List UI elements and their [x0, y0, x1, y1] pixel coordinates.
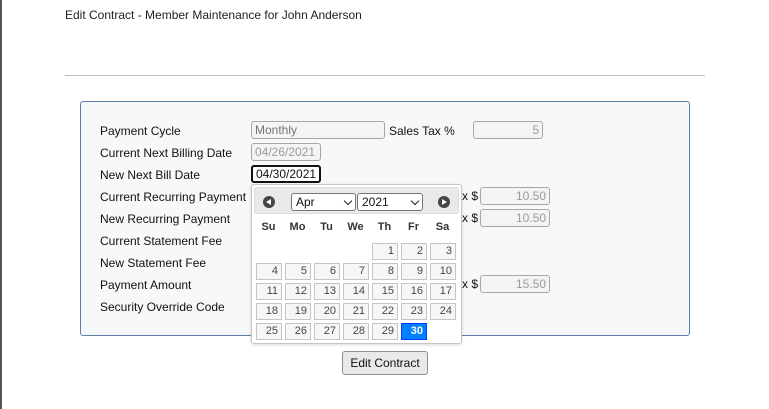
- current-statement-fee-label: Current Statement Fee: [100, 234, 223, 248]
- payment-cycle-field[interactable]: [251, 121, 385, 139]
- calendar-day[interactable]: 15: [372, 283, 398, 300]
- calendar-day[interactable]: 19: [285, 303, 311, 320]
- calendar-day[interactable]: 3: [430, 243, 456, 260]
- new-next-bill-date-input[interactable]: 04/30/2021: [251, 165, 321, 183]
- next-month-icon[interactable]: [438, 196, 450, 208]
- calendar-day[interactable]: 11: [256, 283, 282, 300]
- payment-cycle-label: Payment Cycle: [100, 124, 181, 138]
- calendar-day[interactable]: 5: [285, 263, 311, 280]
- calendar-blank-cell: [343, 243, 369, 260]
- weekday-label: We: [347, 221, 364, 233]
- calendar-day[interactable]: 8: [372, 263, 398, 280]
- weekday-label: Th: [377, 221, 392, 233]
- current-recurring-payment-label: Current Recurring Payment: [100, 190, 247, 204]
- calendar-day[interactable]: 17: [430, 283, 456, 300]
- calendar-blank-cell: [256, 243, 282, 260]
- calendar-day[interactable]: 28: [343, 323, 369, 340]
- prev-month-icon[interactable]: [263, 196, 275, 208]
- current-next-billing-date-label: Current Next Billing Date: [100, 146, 233, 160]
- month-select[interactable]: Apr: [291, 193, 356, 211]
- calendar-day[interactable]: 26: [285, 323, 311, 340]
- weekday-label: Fr: [408, 221, 419, 233]
- calendar-day[interactable]: 23: [401, 303, 427, 320]
- new-recurring-payment-prefix: x $: [462, 211, 479, 225]
- sales-tax-field[interactable]: 5: [473, 121, 543, 139]
- current-recurring-payment-prefix: x $: [462, 189, 479, 203]
- calendar-day[interactable]: 18: [256, 303, 282, 320]
- payment-amount-label: Payment Amount: [100, 278, 192, 292]
- calendar-day[interactable]: 13: [314, 283, 340, 300]
- weekday-label: Tu: [320, 221, 333, 233]
- calendar-day[interactable]: 20: [314, 303, 340, 320]
- datepicker-header: Apr 2021: [254, 187, 459, 214]
- new-next-bill-date-label: New Next Bill Date: [100, 168, 201, 182]
- page-title: Edit Contract - Member Maintenance for J…: [65, 8, 362, 22]
- year-select[interactable]: 2021: [357, 193, 423, 211]
- calendar-day[interactable]: 7: [343, 263, 369, 280]
- calendar-day[interactable]: 21: [343, 303, 369, 320]
- calendar-day[interactable]: 29: [372, 323, 398, 340]
- weekday-header: Su Mo Tu We Th Fr Sa: [254, 221, 459, 235]
- calendar-day[interactable]: 1: [372, 243, 398, 260]
- calendar-day[interactable]: 24: [430, 303, 456, 320]
- month-select-value: Apr: [296, 195, 315, 209]
- chevron-down-icon: [410, 196, 420, 206]
- calendar-blank-cell: [314, 243, 340, 260]
- calendar-day[interactable]: 22: [372, 303, 398, 320]
- calendar-day[interactable]: 2: [401, 243, 427, 260]
- calendar-day[interactable]: 12: [285, 283, 311, 300]
- weekday-label: Sa: [435, 221, 450, 233]
- calendar-grid: 1 2 3 4 5 6 7 8 9 10 11 12 13 14 15 16 17 18 19 20 21 22 23 24 2…: [254, 243, 459, 340]
- sales-tax-label: Sales Tax %: [389, 124, 455, 138]
- calendar-day-selected[interactable]: 30: [401, 323, 427, 340]
- calendar-day[interactable]: 14: [343, 283, 369, 300]
- calendar-day[interactable]: 10: [430, 263, 456, 280]
- payment-amount-field[interactable]: 15.50: [480, 275, 550, 293]
- weekday-label: Su: [261, 221, 276, 233]
- new-recurring-payment-field[interactable]: 10.50: [480, 209, 550, 227]
- calendar-day[interactable]: 9: [401, 263, 427, 280]
- security-override-code-label: Security Override Code: [100, 300, 225, 314]
- calendar-day[interactable]: 6: [314, 263, 340, 280]
- payment-amount-prefix: x $: [462, 277, 479, 291]
- weekday-label: Mo: [289, 221, 306, 233]
- window-left-edge: [0, 0, 2, 409]
- new-recurring-payment-label: New Recurring Payment: [100, 212, 231, 226]
- current-recurring-payment-field: 10.50: [480, 187, 550, 205]
- new-statement-fee-label: New Statement Fee: [100, 256, 207, 270]
- datepicker-popup: Apr 2021 Su Mo Tu We Th Fr Sa 1234567891…: [251, 184, 462, 344]
- calendar-day[interactable]: 16: [401, 283, 427, 300]
- calendar-day[interactable]: 27: [314, 323, 340, 340]
- calendar-day[interactable]: 4: [256, 263, 282, 280]
- year-select-value: 2021: [362, 195, 389, 209]
- calendar-day[interactable]: 25: [256, 323, 282, 340]
- current-next-billing-date-field: 04/26/2021: [251, 143, 321, 161]
- header-divider: [65, 75, 705, 76]
- calendar-blank-cell: [285, 243, 311, 260]
- edit-contract-button[interactable]: Edit Contract: [342, 351, 428, 375]
- chevron-down-icon: [343, 196, 353, 206]
